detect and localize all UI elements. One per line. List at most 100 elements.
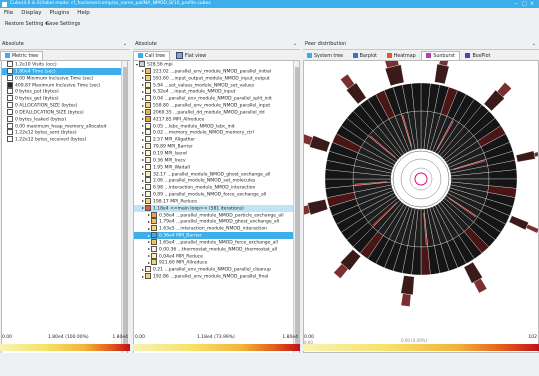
expand-right-icon[interactable]: ▸ [142,157,144,162]
sunburst-outer-segment[interactable] [508,215,529,231]
expand-right-icon[interactable]: ▸ [148,260,150,265]
close-button[interactable]: × [530,0,534,8]
call-tree[interactable]: ▾ 528.56 mpi ▸ 223.02 ...parallel_env_modul… [133,60,300,363]
expand-right-icon[interactable]: ▸ [142,171,144,176]
expand-right-icon[interactable]: ▸ [148,233,150,238]
calltree-row[interactable]: ▸ 0.56e4 ...parallel_module_NMOD_particle… [134,211,294,219]
sunburst-outer-segment[interactable] [533,150,539,158]
expand-right-icon[interactable]: ▸ [148,212,150,217]
metric-row[interactable]: 0 DEALLOCATION_SIZE (bytes) [2,108,121,116]
calltree-row[interactable]: ▸ 558.80 ...parallel_env_module_NMOD_para… [134,102,294,109]
calltree-row[interactable]: ▾ 528.56 mpi [134,61,294,68]
metric-row[interactable]: 0 bytes_leaked (bytes) [2,115,121,123]
metric-tree[interactable]: 1.2e10 Visits (occ) 1.80e4 Time (sec) 0.00… [1,60,128,363]
calltree-row[interactable]: ▸ 5.94 ...set_values_module_NMOD_set_valu… [134,81,294,89]
calltree-panel-header[interactable]: Absolute ⌄ [133,40,300,50]
expand-right-icon[interactable]: ▸ [142,137,144,142]
metric-row[interactable]: 0.00 Minimum Inclusive Time (sec) [2,74,121,82]
sunburst-view[interactable] [296,52,539,353]
calltree-row[interactable]: ▸ 4217.85 MPI_Allreduce [134,115,294,123]
metric-row[interactable]: 1.2e10 Visits (occ) [2,61,121,68]
calltree-row[interactable]: ▸ 1.18e4 <<main loop>> (581 iterations) [134,204,294,212]
calltree-row[interactable]: ▸ 6.32e4 ...input_module_NMOD_input [134,88,294,95]
expand-right-icon[interactable]: ▸ [142,123,144,128]
calltree-row[interactable]: ▸ 0.04 ...parallel_env_module_NMOD_parall… [134,95,294,102]
expand-right-icon[interactable]: ▸ [142,82,144,87]
calltree-row[interactable]: ▸ 32.17 ...parallel_module_NMOD_ghost_exc… [134,170,294,178]
scroll-thumb[interactable] [123,67,127,347]
metric-row[interactable]: 0 bytes_get (bytes) [2,95,121,102]
expand-right-icon[interactable]: ▸ [148,239,150,244]
sunburst-outer-segment[interactable] [434,63,450,85]
calltree-row[interactable]: ▸ 2.57 MPI_Allgather [134,136,294,143]
calltree-row[interactable]: ▸ 1.65e4 ...parallel_module_NMOD_force_ex… [134,238,294,246]
calltree-row[interactable]: ▸ 0.04e4 MPI_Reduce [134,252,294,260]
calltree-row[interactable]: ▸ 1.95 MPI_Waitall [134,163,294,171]
calltree-row[interactable]: ▸ 0.36 MPI_Irecv [134,156,294,164]
calltree-row[interactable]: ▸ 593.60 ...input_output_module_NMOD_inpu… [134,74,294,82]
expand-right-icon[interactable]: ▸ [148,226,150,231]
calltree-row[interactable]: ▸ 2069.35 ...parallel_dd_module_NMOD_para… [134,108,294,116]
menu-display[interactable]: Display [21,10,41,16]
sunburst-outer-segment[interactable] [525,224,539,234]
calltree-row[interactable]: ▸ 0.19 MPI_Isend [134,149,294,157]
metric-row[interactable]: 1.22e12 bytes_sent (bytes) [2,129,121,136]
calltree-row[interactable]: ▸ 1.79e4 ...parallel_module_NMOD_ghost_ex… [134,218,294,225]
calltree-row[interactable]: ▸ 0.89 ...parallel_module_NMOD_force_exch… [134,191,294,198]
calltree-row[interactable]: ▸ 0.00.36 ...thermostat_module_NMOD_therm… [134,245,294,253]
scroll-thumb[interactable] [295,67,299,347]
sunburst-outer-segment[interactable] [400,275,415,295]
metric-panel-header[interactable]: Absolute ⌄ [0,40,130,50]
calltree-row[interactable]: ▸ 0.02 ...memory_module_NMOD_memory_ctrl [134,129,294,136]
minimize-button[interactable]: ‒ [514,0,517,8]
calltree-row[interactable]: ▸ 0.21 ...parallel_env_module_NMOD_parall… [134,266,294,273]
menu-help[interactable]: Help [77,10,90,16]
expand-right-icon[interactable]: ▸ [142,185,144,190]
expand-right-icon[interactable]: ▸ [142,274,144,279]
expand-down-icon[interactable]: ▾ [136,62,138,67]
calltree-row[interactable]: ▸ 223.02 ...parallel_env_module_NMOD_para… [134,67,294,75]
expand-right-icon[interactable]: ▸ [142,109,144,114]
metric-row[interactable]: 409.87 Maximum Inclusive Time (sec) [2,81,121,89]
expand-right-icon[interactable]: ▸ [142,198,144,203]
expand-right-icon[interactable]: ▸ [148,253,150,258]
expand-right-icon[interactable]: ▸ [142,130,144,135]
expand-right-icon[interactable]: ▸ [142,178,144,183]
metric-row[interactable]: 0 ALLOCATION_SIZE (bytes) [2,102,121,109]
sunburst-outer-segment[interactable] [400,293,412,307]
expand-right-icon[interactable]: ▸ [148,219,150,224]
metric-row[interactable]: 1.80e4 Time (sec) [2,67,121,75]
calltree-row[interactable]: ▸ 0.05 ...lebc_module_NMOD_lebc_init [134,122,294,130]
expand-right-icon[interactable]: ▸ [142,116,144,121]
calltree-row[interactable]: ▸ 6.98 ...interaction_module_NMOD_interac… [134,184,294,191]
menu-file[interactable]: File [4,10,13,16]
expand-right-icon[interactable]: ▸ [142,150,144,155]
menu-plugins[interactable]: Plugins [50,10,70,16]
sunburst-outer-segment[interactable] [307,199,328,216]
metric-row[interactable]: 1.22e12 bytes_received (bytes) [2,136,121,143]
sunburst-outer-segment[interactable] [515,150,536,163]
expand-right-icon[interactable]: ▸ [142,68,144,73]
expand-right-icon[interactable]: ▸ [142,164,144,169]
expand-right-icon[interactable]: ▸ [142,144,144,149]
calltree-row[interactable]: ▸ 198.17 MPI_Reduce [134,197,294,205]
restore-setting-button[interactable]: Restore Setting ▾ [5,18,48,30]
sunburst-chart[interactable] [296,52,539,352]
expand-right-icon[interactable]: ▸ [142,103,144,108]
expand-right-icon[interactable]: ▸ [142,267,144,272]
expand-right-icon[interactable]: ▸ [142,192,144,197]
metric-row[interactable]: 0.00 maximum_heap_memory_allocated [2,122,121,130]
calltree-row[interactable]: ▸ 0.36e4 MPI_Barrier [134,232,294,239]
calltree-row[interactable]: ▸ 921.60 MPI_Allreduce [134,259,294,266]
metric-row[interactable]: 0 bytes_put (bytes) [2,88,121,95]
save-settings-button[interactable]: Save Settings [46,18,80,30]
expand-right-icon[interactable]: ▸ [142,96,144,101]
metric-scrollbar[interactable] [121,61,127,355]
expand-right-icon[interactable]: ▸ [142,89,144,94]
expand-right-icon[interactable]: ▸ [148,246,150,251]
expand-right-icon[interactable]: ▸ [142,75,144,80]
maximize-button[interactable]: □ [522,0,527,8]
calltree-row[interactable]: ▸ 79.89 MPI_Barrier [134,143,294,150]
calltree-row[interactable]: ▸ 192.86 ...parallel_env_module_NMOD_para… [134,273,294,280]
sunburst-rings[interactable] [296,52,539,307]
